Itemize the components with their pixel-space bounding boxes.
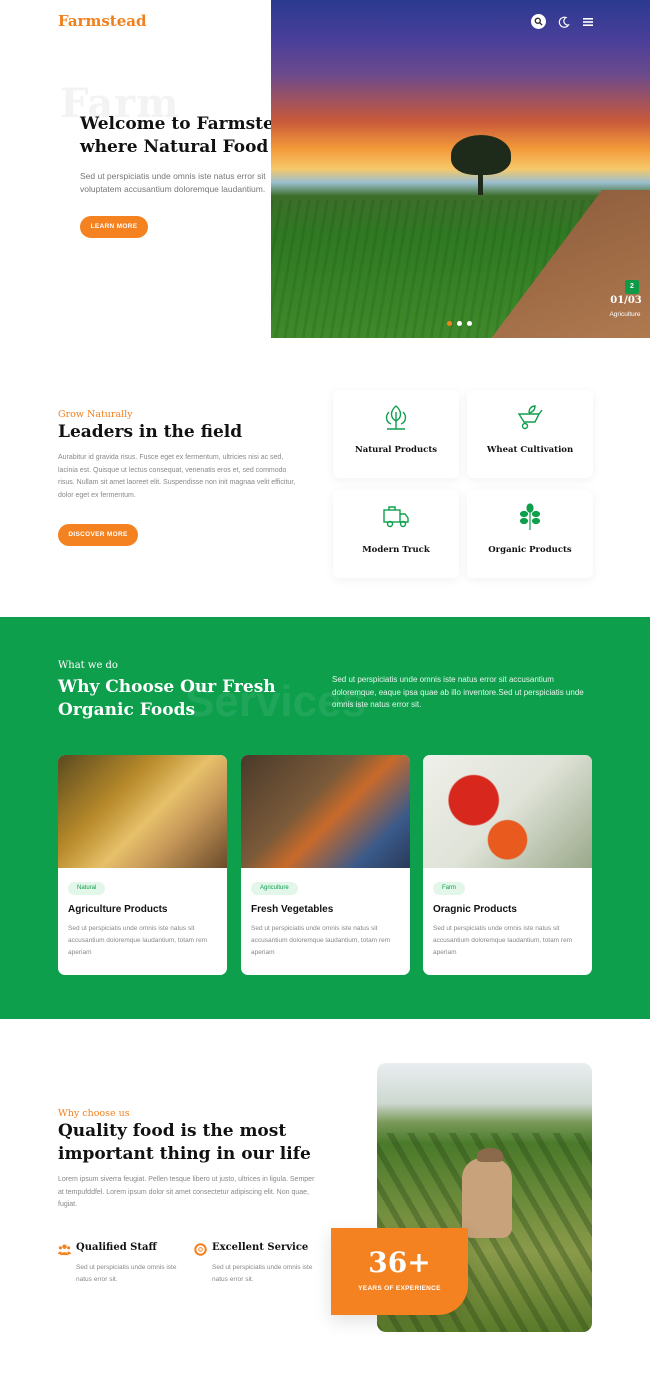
farmer-hat bbox=[477, 1148, 503, 1162]
card-tag[interactable]: Farm bbox=[433, 882, 465, 895]
card-title[interactable]: Fresh Vegetables bbox=[251, 904, 333, 915]
services-section: Services What we do Why Choose Our Fresh… bbox=[0, 617, 650, 1019]
feature-wheat-cultivation[interactable]: Wheat Cultivation bbox=[467, 390, 593, 478]
why-title: Quality food is the most important thing… bbox=[58, 1121, 311, 1164]
tomatoes-image bbox=[423, 755, 592, 868]
feature-modern-truck[interactable]: Modern Truck bbox=[333, 490, 459, 578]
discover-more-button[interactable]: DISCOVER MORE bbox=[58, 524, 138, 546]
wheat-image bbox=[58, 755, 227, 868]
slider-dot[interactable] bbox=[447, 321, 452, 326]
moon-icon[interactable] bbox=[558, 16, 570, 28]
header-icons bbox=[531, 14, 594, 29]
why-subtitle: Why choose us bbox=[58, 1108, 130, 1119]
card-tag[interactable]: Agriculture bbox=[251, 882, 298, 895]
service-card[interactable]: Natural Agriculture Products Sed ut pers… bbox=[58, 755, 227, 975]
hero-description: Sed ut perspiciatis unde omnis iste natu… bbox=[80, 171, 266, 194]
lifebuoy-icon bbox=[194, 1243, 207, 1256]
why-description: Lorem ipsum siverra feugiat. Pellen tesq… bbox=[58, 1176, 315, 1208]
service-card[interactable]: Agriculture Fresh Vegetables Sed ut pers… bbox=[241, 755, 410, 975]
slide-counter: 01/03 bbox=[610, 295, 642, 306]
menu-icon[interactable] bbox=[582, 16, 594, 28]
feature-label: Organic Products bbox=[488, 545, 572, 555]
card-title[interactable]: Oragnic Products bbox=[433, 904, 517, 915]
slide-badge[interactable]: 2 bbox=[625, 280, 639, 294]
leaders-title: Leaders in the field bbox=[58, 422, 243, 442]
hero-image bbox=[271, 0, 650, 338]
search-icon[interactable] bbox=[531, 14, 546, 29]
services-description: Sed ut perspiciatis unde omnis iste natu… bbox=[332, 675, 584, 709]
feature-title: Qualified Staff bbox=[76, 1242, 157, 1253]
feature-organic-products[interactable]: Organic Products bbox=[467, 490, 593, 578]
services-title: Why Choose Our Fresh Organic Foods bbox=[58, 677, 276, 720]
hero-section: Farmstead Farm Welcome to Farmstead wher… bbox=[0, 0, 650, 340]
feature-title: Excellent Service bbox=[212, 1242, 309, 1253]
wheelbarrow-icon bbox=[517, 405, 543, 430]
card-description: Sed ut perspiciatis unde omnis iste natu… bbox=[68, 925, 208, 956]
learn-more-button[interactable]: LEARN MORE bbox=[80, 216, 148, 238]
feature-natural-products[interactable]: Natural Products bbox=[333, 390, 459, 478]
team-icon bbox=[58, 1244, 71, 1256]
slide-caption: Agriculture bbox=[609, 311, 641, 318]
leaders-subtitle: Grow Naturally bbox=[58, 409, 133, 420]
leaders-description: Aurabitur id gravida risus. Fusce eget e… bbox=[58, 454, 296, 499]
service-card[interactable]: Farm Oragnic Products Sed ut perspiciati… bbox=[423, 755, 592, 975]
site-logo[interactable]: Farmstead bbox=[58, 12, 146, 30]
card-description: Sed ut perspiciatis unde omnis iste natu… bbox=[251, 925, 391, 956]
services-subtitle: What we do bbox=[58, 660, 118, 671]
card-title[interactable]: Agriculture Products bbox=[68, 904, 167, 915]
experience-number: 36+ bbox=[368, 1246, 431, 1279]
feature-description: Sed ut perspiciatis unde omnis iste natu… bbox=[76, 1264, 177, 1283]
farmer-figure bbox=[462, 1158, 512, 1238]
feature-label: Modern Truck bbox=[362, 545, 430, 555]
experience-box: 36+ YEARS OF EXPERIENCE bbox=[331, 1228, 468, 1315]
feature-label: Wheat Cultivation bbox=[486, 445, 574, 455]
experience-label: YEARS OF EXPERIENCE bbox=[358, 1285, 441, 1292]
tree-canopy bbox=[451, 135, 511, 175]
slider-dot[interactable] bbox=[457, 321, 462, 326]
slider-dot[interactable] bbox=[467, 321, 472, 326]
feature-description: Sed ut perspiciatis unde omnis iste natu… bbox=[212, 1264, 313, 1283]
carrots-image bbox=[241, 755, 410, 868]
tree-icon bbox=[519, 503, 541, 530]
card-description: Sed ut perspiciatis unde omnis iste natu… bbox=[433, 925, 573, 956]
slider-dots bbox=[447, 321, 472, 326]
truck-icon bbox=[383, 506, 409, 528]
card-tag[interactable]: Natural bbox=[68, 882, 106, 895]
plant-icon bbox=[385, 405, 407, 430]
feature-label: Natural Products bbox=[354, 445, 438, 455]
